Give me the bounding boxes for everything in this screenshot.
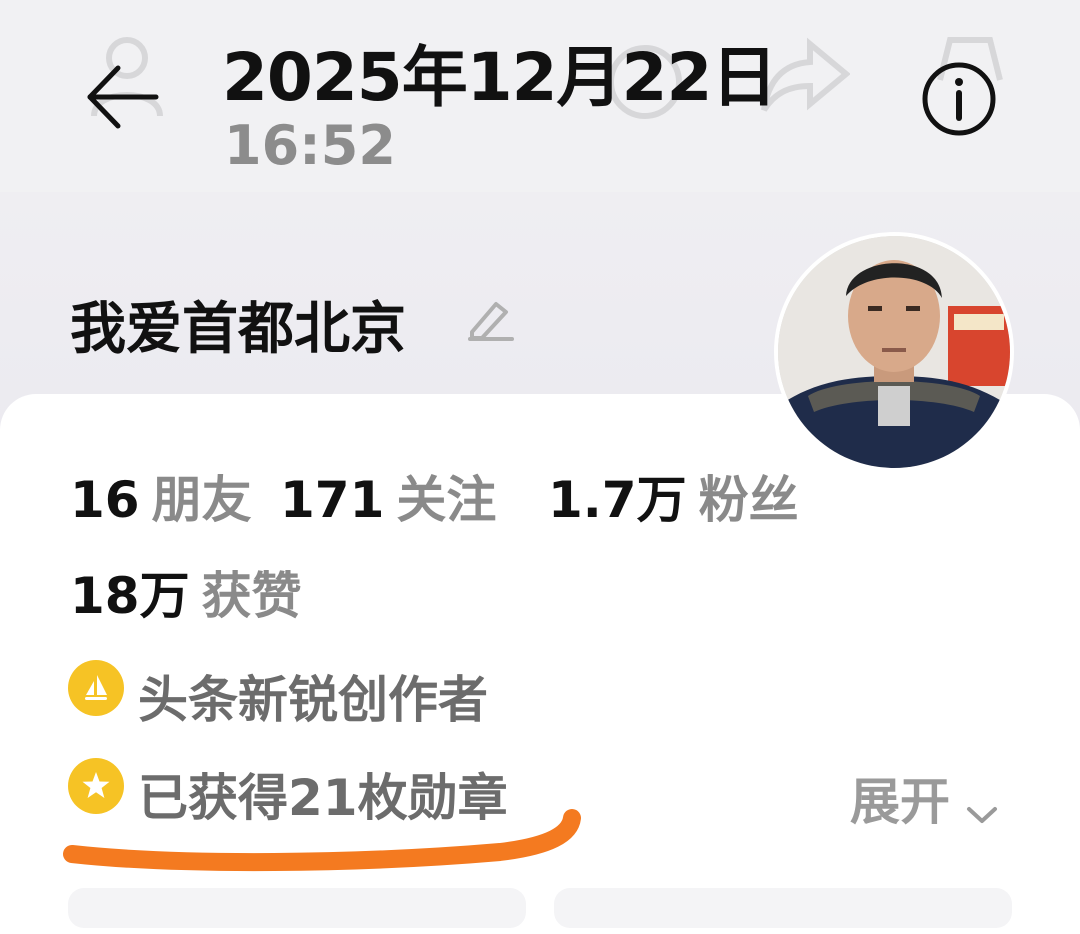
expand-label: 展开 xyxy=(850,773,950,831)
info-button[interactable] xyxy=(920,60,998,138)
stat-value: 171 xyxy=(280,471,385,529)
page-subtitle-time: 16:52 xyxy=(224,114,396,177)
back-button[interactable] xyxy=(84,62,164,132)
sailboat-badge-icon xyxy=(68,660,124,716)
stat-followers[interactable]: 1.7万 粉丝 xyxy=(548,460,799,532)
bottom-tile-left[interactable] xyxy=(68,888,526,928)
page-title: 2025年12月22日 xyxy=(222,39,777,116)
info-circle-icon xyxy=(922,62,996,136)
arrow-left-icon xyxy=(87,65,159,129)
creator-badge-text: 头条新锐创作者 xyxy=(138,671,488,729)
stat-label: 朋友 xyxy=(151,471,252,529)
stat-value: 18万 xyxy=(70,567,190,625)
stat-label: 粉丝 xyxy=(698,471,799,529)
bottom-tile-right[interactable] xyxy=(554,888,1012,928)
orange-underline-annotation xyxy=(63,809,581,872)
stat-label: 获赞 xyxy=(201,567,302,625)
stat-label: 关注 xyxy=(396,471,497,529)
chevron-down-icon xyxy=(967,806,998,823)
avatar[interactable] xyxy=(774,232,1014,472)
stat-value: 1.7万 xyxy=(548,471,687,529)
stat-value: 16 xyxy=(70,471,140,529)
stat-following[interactable]: 171 关注 xyxy=(280,460,496,532)
stat-likes[interactable]: 18万 获赞 xyxy=(70,556,302,628)
user-avatar-photo xyxy=(778,236,1010,468)
username: 我爱首都北京 xyxy=(70,297,406,362)
pencil-icon xyxy=(468,302,514,341)
stat-friends[interactable]: 16 朋友 xyxy=(70,460,252,532)
edit-name-button[interactable] xyxy=(466,296,516,342)
expand-button[interactable]: 展开 xyxy=(850,762,999,831)
